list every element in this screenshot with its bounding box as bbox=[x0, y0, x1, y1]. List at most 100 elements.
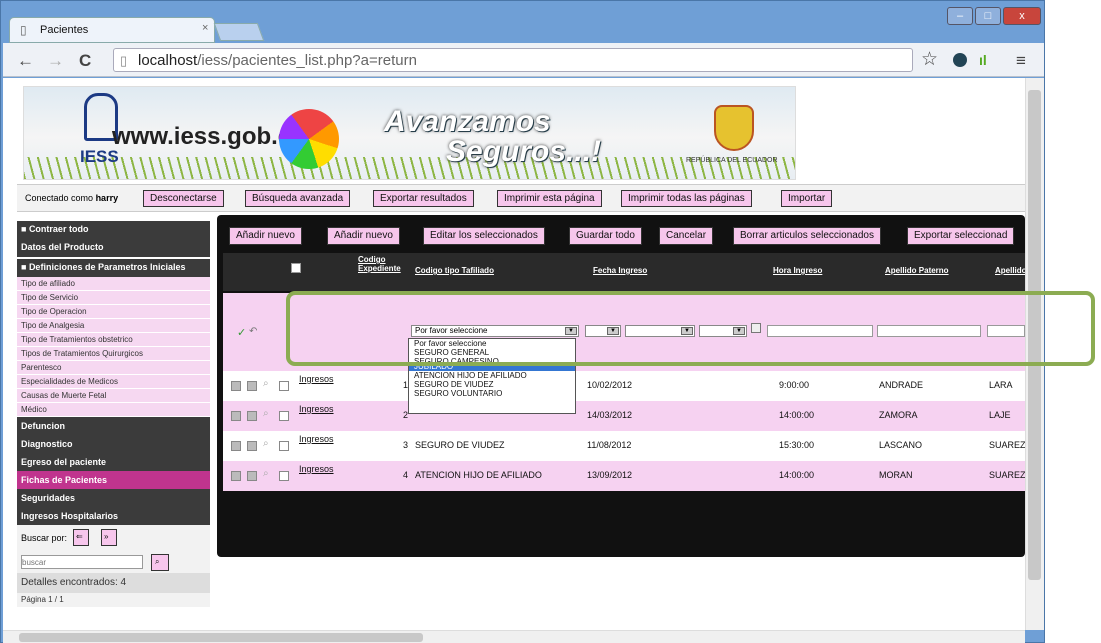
sidebar-item-tipo-afiliado[interactable]: Tipo de afiliado bbox=[17, 277, 210, 291]
signal-icon[interactable]: ıl bbox=[979, 52, 987, 68]
browser-tab[interactable]: ▯ Pacientes × bbox=[9, 17, 215, 43]
iess-logo-text: IESS bbox=[80, 147, 119, 166]
iess-banner: www.iess.gob.ec IESS Avanzamos Seguros..… bbox=[23, 86, 796, 180]
search-options-button[interactable]: » bbox=[101, 529, 117, 546]
materno-value: SUAREZ bbox=[989, 470, 1025, 480]
sidebar-item-especialidades[interactable]: Especialidades de Medicos bbox=[17, 375, 210, 389]
header-hora-ingreso[interactable]: Hora Ingreso bbox=[773, 266, 822, 275]
save-all-button[interactable]: Guardar todo bbox=[569, 227, 642, 245]
minimize-button[interactable]: – bbox=[947, 7, 973, 25]
close-window-button[interactable]: x bbox=[1003, 7, 1041, 25]
maximize-button[interactable]: □ bbox=[975, 7, 1001, 25]
paterno-value: ANDRADE bbox=[879, 380, 924, 390]
cancel-button[interactable]: Cancelar bbox=[659, 227, 714, 245]
sidebar-item-ingresos[interactable]: Ingresos Hospitalarios bbox=[17, 507, 210, 525]
pinwheel-icon bbox=[279, 109, 339, 169]
edit-icon[interactable] bbox=[231, 471, 241, 481]
add-new-button[interactable]: Añadir nuevo bbox=[229, 227, 302, 245]
save-check-icon[interactable]: ✓ bbox=[237, 326, 246, 339]
undo-icon[interactable]: ↶ bbox=[249, 326, 257, 337]
sidebar-item-parentesco[interactable]: Parentesco bbox=[17, 361, 210, 375]
export-selected-button[interactable]: Exportar seleccionad bbox=[907, 227, 1015, 245]
sidebar-item-defuncion[interactable]: Defuncion bbox=[17, 417, 210, 435]
add-new-inline-button[interactable]: Añadir nuevo bbox=[327, 227, 400, 245]
row-checkbox[interactable] bbox=[279, 381, 289, 391]
row-checkbox[interactable] bbox=[279, 471, 289, 481]
table-row[interactable]: ⌕ Ingresos 1 10/02/2012 9:00:00 ANDRADE … bbox=[223, 371, 1025, 401]
address-bar[interactable]: ▯ localhost/iess/pacientes_list.php?a=re… bbox=[113, 48, 913, 72]
tipo-value: ATENCION HIJO DE AFILIADO bbox=[415, 470, 542, 480]
advanced-search-button[interactable]: Búsqueda avanzada bbox=[245, 190, 351, 207]
header-apellido-paterno[interactable]: Apellido Paterno bbox=[885, 266, 949, 275]
select-all-checkbox[interactable] bbox=[291, 263, 301, 273]
inline-edit-icon[interactable] bbox=[247, 381, 257, 391]
dropdown-option[interactable]: SEGURO DE VIUDEZ bbox=[409, 380, 575, 389]
search-field-button[interactable]: ⇐ bbox=[73, 529, 89, 546]
search-input[interactable] bbox=[21, 555, 143, 569]
sidebar-item-tipo-analgesia[interactable]: Tipo de Analgesia bbox=[17, 319, 210, 333]
materno-value: LAJE bbox=[989, 410, 1011, 420]
view-icon[interactable]: ⌕ bbox=[263, 408, 269, 419]
dropdown-option[interactable]: ATENCION HIJO DE AFILIADO bbox=[409, 371, 575, 380]
sidebar-item-producto[interactable]: Datos del Producto bbox=[17, 239, 210, 257]
header-expediente[interactable]: Expediente bbox=[358, 264, 401, 273]
inline-edit-icon[interactable] bbox=[247, 471, 257, 481]
edit-icon[interactable] bbox=[231, 411, 241, 421]
header-apellido-materno[interactable]: Apellido bbox=[995, 266, 1025, 275]
sidebar-item-diagnostico[interactable]: Diagnostico bbox=[17, 435, 210, 453]
grid-header: Codigo Expediente Codigo tipo Tafiliado … bbox=[223, 253, 1025, 291]
extension-globe-icon[interactable] bbox=[953, 53, 967, 67]
menu-icon[interactable]: ≡ bbox=[1016, 51, 1026, 71]
reload-icon[interactable]: C bbox=[79, 51, 91, 71]
view-icon[interactable]: ⌕ bbox=[263, 468, 269, 479]
header-fecha-ingreso[interactable]: Fecha Ingreso bbox=[593, 266, 647, 275]
ingresos-link[interactable]: Ingresos bbox=[299, 464, 334, 474]
sidebar-item-fichas[interactable]: Fichas de Pacientes bbox=[17, 471, 210, 489]
table-row[interactable]: ⌕ Ingresos 4 ATENCION HIJO DE AFILIADO 1… bbox=[223, 461, 1025, 491]
search-icon[interactable]: ⌕ bbox=[151, 554, 169, 571]
sidebar-item-egreso[interactable]: Egreso del paciente bbox=[17, 453, 210, 471]
export-results-button[interactable]: Exportar resultados bbox=[373, 190, 474, 207]
sidebar-item-causas-muerte[interactable]: Causas de Muerte Fetal bbox=[17, 389, 210, 403]
scrollbar-thumb[interactable] bbox=[19, 633, 423, 642]
edit-selected-button[interactable]: Editar los seleccionados bbox=[423, 227, 545, 245]
sidebar-item-tipo-operacion[interactable]: Tipo de Operacion bbox=[17, 305, 210, 319]
header-tipo-afiliado[interactable]: Codigo tipo Tafiliado bbox=[415, 266, 494, 275]
forward-icon[interactable]: → bbox=[47, 51, 64, 71]
row-checkbox[interactable] bbox=[279, 411, 289, 421]
sidebar-item-tratamientos-quirurgicos[interactable]: Tipos de Tratamientos Quirurgicos bbox=[17, 347, 210, 361]
search-by-row: Buscar por: ⇐ » bbox=[17, 525, 210, 551]
tab-close-icon[interactable]: × bbox=[202, 22, 208, 34]
sidebar-item-definiciones[interactable]: ■ Definiciones de Parametros Iniciales bbox=[17, 259, 210, 277]
ingresos-link[interactable]: Ingresos bbox=[299, 404, 334, 414]
view-icon[interactable]: ⌕ bbox=[263, 438, 269, 449]
table-row[interactable]: ⌕ Ingresos 2 14/03/2012 14:00:00 ZAMORA … bbox=[223, 401, 1025, 431]
import-button[interactable]: Importar bbox=[781, 190, 833, 207]
edit-icon[interactable] bbox=[231, 381, 241, 391]
edit-icon[interactable] bbox=[231, 441, 241, 451]
pagination-label: Página 1 / 1 bbox=[17, 593, 210, 607]
header-codigo[interactable]: Codigo bbox=[358, 255, 386, 264]
print-all-pages-button[interactable]: Imprimir todas las páginas bbox=[621, 190, 752, 207]
ingresos-link[interactable]: Ingresos bbox=[299, 434, 334, 444]
back-icon[interactable]: ← bbox=[17, 51, 34, 71]
view-icon[interactable]: ⌕ bbox=[263, 378, 269, 389]
table-row[interactable]: ⌕ Ingresos 3 SEGURO DE VIUDEZ 11/08/2012… bbox=[223, 431, 1025, 461]
patients-grid: Añadir nuevo Añadir nuevo Editar los sel… bbox=[217, 215, 1025, 557]
sidebar-item-seguridades[interactable]: Seguridades bbox=[17, 489, 210, 507]
sidebar-item-tipo-servicio[interactable]: Tipo de Servicio bbox=[17, 291, 210, 305]
new-tab-button[interactable] bbox=[213, 23, 265, 41]
delete-selected-button[interactable]: Borrar articulos seleccionados bbox=[733, 227, 881, 245]
collapse-all-link[interactable]: ■ Contraer todo bbox=[17, 221, 210, 239]
row-checkbox[interactable] bbox=[279, 441, 289, 451]
logout-button[interactable]: Desconectarse bbox=[143, 190, 224, 207]
inline-edit-icon[interactable] bbox=[247, 411, 257, 421]
sidebar-item-medico[interactable]: Médico bbox=[17, 403, 210, 417]
ingresos-link[interactable]: Ingresos bbox=[299, 374, 334, 384]
star-icon[interactable]: ☆ bbox=[921, 48, 938, 71]
dropdown-option[interactable]: SEGURO VOLUNTARIO bbox=[409, 389, 575, 398]
print-page-button[interactable]: Imprimir esta página bbox=[497, 190, 602, 207]
sidebar-item-tratamientos-obstetrico[interactable]: Tipo de Tratamientos obstetrico bbox=[17, 333, 210, 347]
horizontal-scrollbar[interactable] bbox=[3, 630, 1025, 643]
inline-edit-icon[interactable] bbox=[247, 441, 257, 451]
